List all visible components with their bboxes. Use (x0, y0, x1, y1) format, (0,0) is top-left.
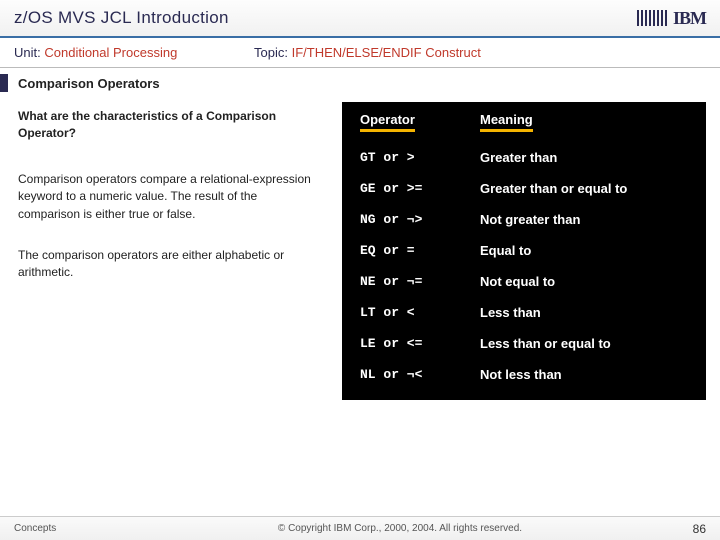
operator-table: Operator Meaning GT or >Greater than GE … (356, 108, 696, 390)
meta-bar: Unit: Conditional Processing Topic: IF/T… (0, 38, 720, 68)
unit-value: Conditional Processing (44, 45, 177, 60)
ibm-logo: IBM (637, 8, 706, 29)
left-column: What are the characteristics of a Compar… (18, 102, 318, 400)
logo-text: IBM (673, 8, 706, 29)
footer-copyright: © Copyright IBM Corp., 2000, 2004. All r… (134, 523, 666, 534)
table-row: EQ or =Equal to (356, 235, 696, 266)
paragraph-1: Comparison operators compare a relationa… (18, 171, 318, 223)
question-text: What are the characteristics of a Compar… (18, 108, 318, 143)
topic-block: Topic: IF/THEN/ELSE/ENDIF Construct (254, 45, 481, 60)
operator-table-panel: Operator Meaning GT or >Greater than GE … (342, 102, 706, 400)
table-header-meaning: Meaning (476, 108, 696, 142)
table-row: NE or ¬=Not equal to (356, 266, 696, 297)
title-bar: z/OS MVS JCL Introduction IBM (0, 0, 720, 38)
unit-label: Unit: (14, 45, 41, 60)
content-area: What are the characteristics of a Compar… (0, 98, 720, 400)
table-row: LT or <Less than (356, 297, 696, 328)
paragraph-2: The comparison operators are either alph… (18, 247, 318, 282)
footer-left: Concepts (14, 523, 134, 534)
table-header-operator: Operator (356, 108, 476, 142)
unit-block: Unit: Conditional Processing (14, 45, 254, 60)
section-heading-row: Comparison Operators (0, 68, 720, 98)
table-row: NG or ¬>Not greater than (356, 204, 696, 235)
footer-page-number: 86 (666, 522, 706, 536)
table-row: GE or >=Greater than or equal to (356, 173, 696, 204)
table-row: NL or ¬<Not less than (356, 359, 696, 390)
topic-label: Topic: (254, 45, 288, 60)
topic-value: IF/THEN/ELSE/ENDIF Construct (292, 45, 481, 60)
table-row: LE or <=Less than or equal to (356, 328, 696, 359)
operator-table-body: GT or >Greater than GE or >=Greater than… (356, 142, 696, 390)
table-row: GT or >Greater than (356, 142, 696, 173)
section-marker-icon (0, 74, 8, 92)
footer-bar: Concepts © Copyright IBM Corp., 2000, 20… (0, 516, 720, 540)
section-heading: Comparison Operators (18, 76, 160, 91)
slide-title: z/OS MVS JCL Introduction (14, 8, 229, 28)
